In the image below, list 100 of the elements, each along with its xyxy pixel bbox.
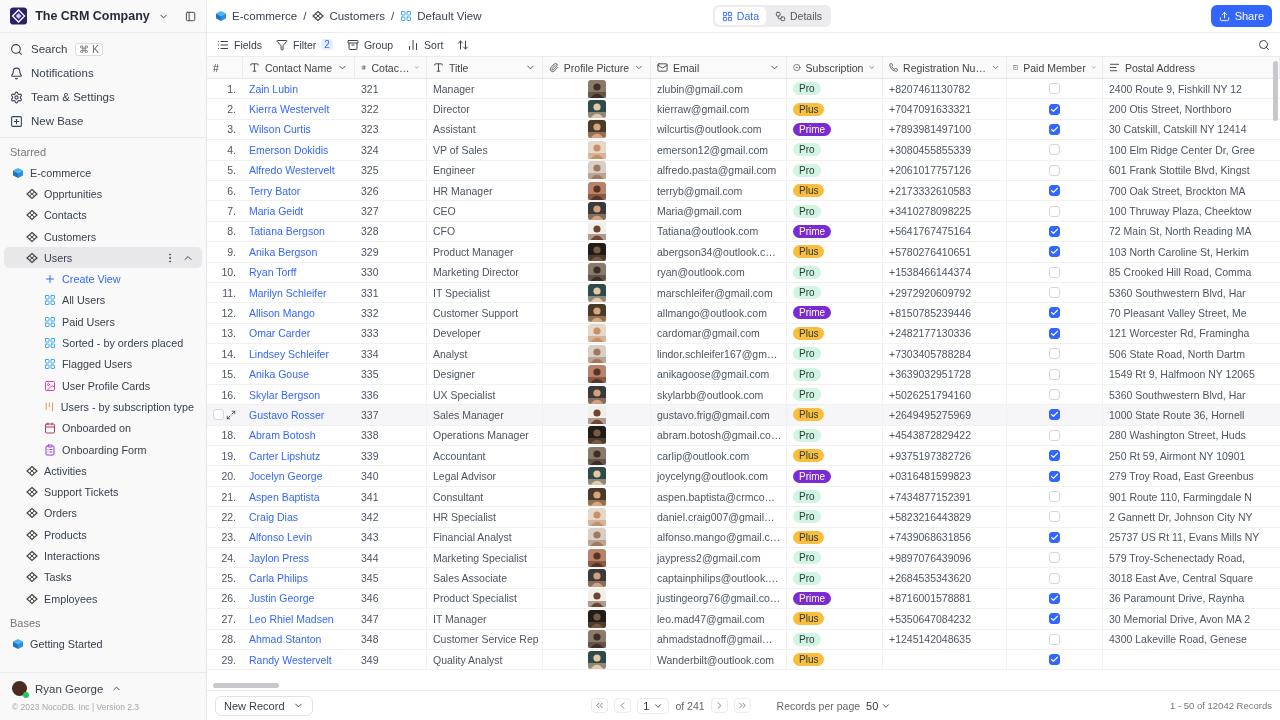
contact-name[interactable]: Abram Botosh xyxy=(249,429,316,442)
view-item[interactable]: Onboarded on xyxy=(4,417,202,439)
contact-name[interactable]: Justin George xyxy=(249,592,315,605)
table-item[interactable]: Interactions xyxy=(4,545,202,567)
contact-name[interactable]: Alfonso Levin xyxy=(249,531,313,544)
paid-checkbox[interactable] xyxy=(1049,307,1060,319)
contact-name[interactable]: Wilson Curtis xyxy=(249,123,311,136)
previous-page-button[interactable] xyxy=(614,698,632,713)
nav-item[interactable]: Notifications xyxy=(0,61,206,85)
contact-name[interactable]: Craig Dias xyxy=(249,510,298,523)
row-checkbox[interactable] xyxy=(213,409,224,421)
contact-name[interactable]: Omar Carder xyxy=(249,327,311,340)
paid-checkbox[interactable] xyxy=(1049,103,1060,115)
contact-name[interactable]: Anika Gouse xyxy=(249,368,310,381)
breadcrumb-link[interactable]: Customers xyxy=(329,10,385,22)
view-item[interactable]: Sorted - by orders placed xyxy=(4,332,202,354)
contact-name[interactable]: Emerson Dokidis xyxy=(249,143,329,156)
column-header[interactable]: # xyxy=(207,57,243,78)
user-name[interactable]: Ryan George xyxy=(35,682,104,695)
column-header[interactable]: Registration Nu… xyxy=(883,57,1007,78)
view-item[interactable]: All Users xyxy=(4,289,202,312)
table-item[interactable]: Opprtunities xyxy=(4,183,202,205)
first-page-button[interactable] xyxy=(591,698,609,713)
contact-name[interactable]: Randy Westervelt xyxy=(249,653,332,666)
contact-name[interactable]: Ryan Torff xyxy=(249,266,297,279)
column-header[interactable]: Paid Member xyxy=(1007,57,1103,78)
search-icon[interactable] xyxy=(1258,38,1270,51)
contact-name[interactable]: Carla Philips xyxy=(249,572,308,585)
table-item[interactable]: Products xyxy=(4,524,202,546)
base-item[interactable]: E-commerce xyxy=(4,162,202,184)
paid-checkbox[interactable] xyxy=(1049,592,1060,604)
view-item[interactable]: Onboarding Form xyxy=(4,438,202,461)
tab[interactable]: Details xyxy=(768,7,830,25)
contact-name[interactable]: Jocelyn George xyxy=(249,470,323,483)
contact-name[interactable]: Kierra Westervelt xyxy=(249,103,330,116)
contact-name[interactable]: Jaylon Press xyxy=(249,551,310,564)
paid-checkbox[interactable] xyxy=(1049,246,1060,258)
contact-name[interactable]: Marilyn Schleifer xyxy=(249,286,327,299)
contact-name[interactable]: Maria Geidt xyxy=(249,205,304,218)
breadcrumb-link[interactable]: Default View xyxy=(417,10,482,22)
column-header[interactable]: Email xyxy=(651,57,787,78)
row-height-icon[interactable] xyxy=(457,38,470,51)
column-header[interactable]: Contact Name xyxy=(243,57,355,78)
column-header[interactable]: Profile Picture xyxy=(543,57,651,78)
tab[interactable]: Data xyxy=(714,7,766,25)
contact-name[interactable]: Allison Mango xyxy=(249,307,315,319)
toolbar-button[interactable]: Sort xyxy=(407,38,444,51)
view-item[interactable]: Users - by subscription type xyxy=(4,396,202,418)
contact-name[interactable]: Terry Bator xyxy=(249,184,301,197)
contact-name[interactable]: Aspen Baptista xyxy=(249,490,320,503)
paid-checkbox[interactable] xyxy=(1049,450,1060,462)
contact-name[interactable]: Anika Bergson xyxy=(249,245,318,258)
breadcrumb-link[interactable]: E-commerce xyxy=(232,10,298,22)
page-select[interactable]: 1 xyxy=(637,697,670,714)
next-page-button[interactable] xyxy=(710,698,728,713)
nav-item[interactable]: New Base xyxy=(0,109,206,133)
contact-name[interactable]: Lindsey Schleifer xyxy=(249,347,329,360)
paid-checkbox[interactable] xyxy=(1049,654,1060,666)
contact-name[interactable]: Ahmad Stanton xyxy=(249,633,322,646)
table-item[interactable]: Orders xyxy=(4,502,202,525)
table-item[interactable]: Activities xyxy=(4,460,202,482)
table-item[interactable]: Support Tickets xyxy=(4,481,202,503)
column-header[interactable]: Subscription xyxy=(787,57,883,78)
nav-item[interactable]: Team & Settings xyxy=(0,85,206,109)
workspace-name[interactable]: The CRM Company xyxy=(35,9,150,23)
view-item[interactable]: Flagged Users xyxy=(4,353,202,375)
contact-name[interactable]: Carter Lipshutz xyxy=(249,449,321,462)
per-page-select[interactable]: 50 xyxy=(866,699,892,712)
last-page-button[interactable] xyxy=(733,698,751,713)
table-item[interactable]: Tasks xyxy=(4,566,202,588)
nav-item[interactable]: Search ⌘ K xyxy=(0,37,206,61)
view-item[interactable]: Paid Users xyxy=(4,311,202,333)
column-header[interactable]: Cotac… xyxy=(355,57,427,78)
contact-name[interactable]: Gustavo Rosser xyxy=(249,408,325,421)
share-button[interactable]: Share xyxy=(1210,5,1272,27)
paid-checkbox[interactable] xyxy=(1049,613,1060,625)
scrollbar[interactable] xyxy=(213,683,279,688)
contact-name[interactable]: Skylar Bergson xyxy=(249,388,321,401)
scrollbar[interactable] xyxy=(1273,61,1278,121)
contact-name[interactable]: Alfredo Westervelt xyxy=(249,164,335,177)
new-record-button[interactable]: New Record xyxy=(215,695,313,716)
table-item[interactable]: Contacts xyxy=(4,204,202,226)
paid-checkbox[interactable] xyxy=(1049,185,1060,197)
toolbar-button[interactable]: Fields xyxy=(217,38,262,51)
table-item[interactable]: Users xyxy=(4,247,202,269)
paid-checkbox[interactable] xyxy=(1049,470,1060,482)
expand-icon[interactable] xyxy=(226,409,236,420)
paid-checkbox[interactable] xyxy=(1049,225,1060,237)
sidebar-toggle-icon[interactable] xyxy=(184,9,196,23)
toolbar-button[interactable]: Filter 2 xyxy=(276,38,333,51)
table-item[interactable]: Customers xyxy=(4,225,202,248)
paid-checkbox[interactable] xyxy=(1049,531,1060,543)
view-item[interactable]: User Profile Cards xyxy=(4,374,202,397)
paid-checkbox[interactable] xyxy=(1049,327,1060,339)
contact-name[interactable]: Tatiana Bergson xyxy=(249,225,325,238)
create-view-link[interactable]: Create View xyxy=(4,268,202,290)
base-item[interactable]: Getting Started xyxy=(4,633,202,655)
contact-name[interactable]: Leo Rhiel Madsen xyxy=(249,612,334,625)
table-item[interactable]: Employees xyxy=(4,587,202,610)
paid-checkbox[interactable] xyxy=(1049,409,1060,421)
